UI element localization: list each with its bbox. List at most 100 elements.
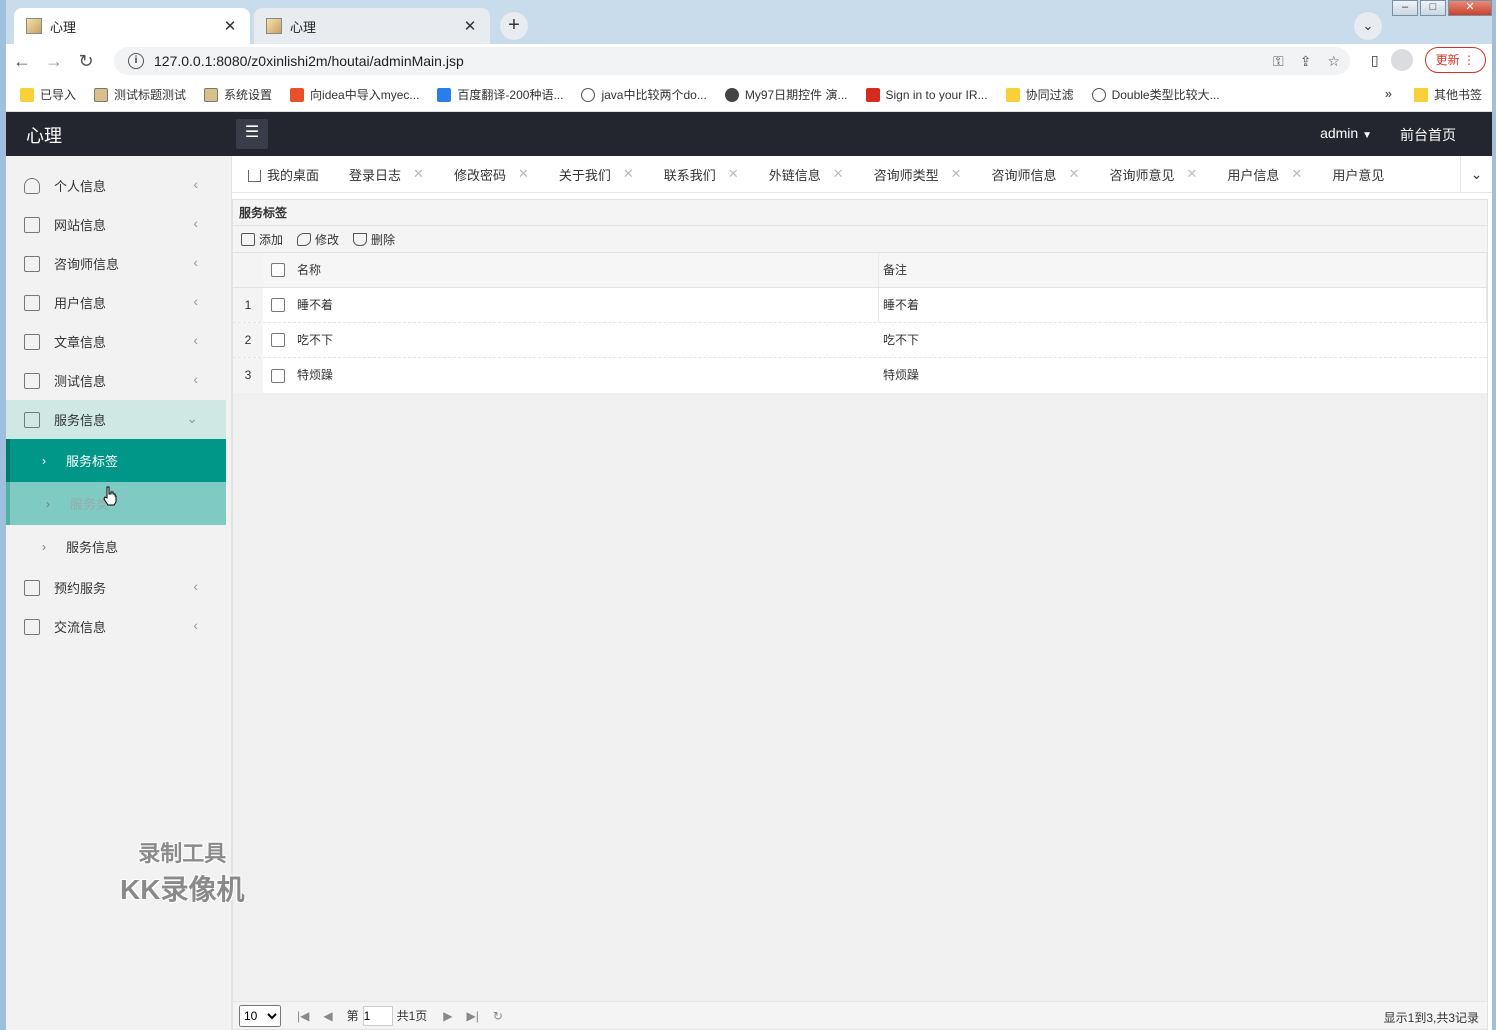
menu-toggle-icon[interactable]: ☰ [236,119,268,149]
tab-user-feedback[interactable]: 用户意见 [1316,156,1398,192]
table-row[interactable]: 3 特烦躁 特烦躁 [233,358,1487,393]
swirl-icon [1091,87,1106,102]
chevron-right-icon: › [46,496,50,511]
edit-button[interactable]: 修改 [297,231,339,248]
cell-name: 睡不着 [293,288,879,322]
close-icon[interactable]: ✕ [518,166,529,182]
chevron-left-icon: ‹ [193,332,198,348]
column-header-note[interactable]: 备注 [879,253,1487,287]
new-tab-button[interactable]: + [500,12,528,40]
tab-label: 我的桌面 [267,167,320,183]
close-icon[interactable]: ✕ [623,166,634,182]
other-bookmarks[interactable]: 其他书签 [1413,86,1482,103]
browser-tab-active[interactable]: 心理 ✕ [14,8,250,44]
maximize-icon[interactable]: □ [1420,0,1446,16]
sidebar-item-label: 预约服务 [54,581,107,596]
share-icon[interactable]: ⇪ [1300,53,1312,70]
profile-avatar[interactable] [1390,49,1413,71]
site-info-icon[interactable]: i [128,53,144,69]
close-tab-icon[interactable]: ✕ [462,17,478,35]
row-number: 3 [233,358,263,393]
username: admin [1320,125,1359,141]
refresh-icon[interactable]: ↻ [493,1009,503,1023]
bookmark-item[interactable]: 百度翻译-200种语... [437,86,563,103]
bookmark-item[interactable]: 已导入 [20,86,76,103]
address-bar[interactable]: i 127.0.0.1:8080/z0xinlishi2m/houtai/adm… [114,47,1350,75]
key-icon[interactable]: ⚿ [1273,53,1284,70]
browser-tab[interactable]: 心理 ✕ [254,8,490,44]
tab-change-password[interactable]: 修改密码 ✕ [438,156,543,192]
sidebar-item-articles[interactable]: 文章信息 ‹ [6,322,226,361]
close-icon[interactable]: ✕ [1291,166,1302,182]
user-menu[interactable]: admin ▼ [1320,125,1372,141]
close-icon[interactable]: ✕ [951,166,962,182]
bookmark-item[interactable]: Sign in to your IR... [865,87,988,102]
bookmark-item[interactable]: Double类型比较大... [1091,86,1220,103]
sidebar-item-counselor[interactable]: 咨询师信息 ‹ [6,244,226,283]
row-checkbox[interactable] [263,333,293,347]
prev-page-icon[interactable]: ◀ [323,1009,332,1023]
update-label: 更新 [1435,53,1460,67]
select-all-checkbox[interactable] [263,263,293,277]
close-icon[interactable]: ✕ [728,166,739,182]
sidebar-subitem-label: 服务信息 [66,540,119,555]
close-icon[interactable]: ✕ [413,166,424,182]
row-checkbox[interactable] [263,368,293,383]
tab-user-info[interactable]: 用户信息 ✕ [1211,156,1316,192]
last-page-icon[interactable]: ▶| [467,1009,479,1023]
add-button[interactable]: 添加 [241,231,283,248]
close-icon[interactable]: ✕ [833,166,844,182]
back-icon[interactable]: ← [6,51,38,72]
tab-label: 外链信息 [768,167,821,183]
frontend-home-link[interactable]: 前台首页 [1400,125,1456,145]
recorder-watermark: 录制工具 KK录像机 [120,836,244,908]
tab-counselor-feedback[interactable]: 咨询师意见 ✕ [1093,156,1211,192]
bookmark-item[interactable]: java中比较两个do... [581,86,707,103]
tab-counselor-info[interactable]: 咨询师信息 ✕ [976,156,1094,192]
sidebar-item-site[interactable]: 网站信息 ‹ [6,205,226,244]
bookmarks-overflow-icon[interactable]: » [1385,86,1392,101]
close-icon[interactable]: ✕ [1186,166,1197,182]
tab-desktop[interactable]: 我的桌面 [232,156,333,192]
bookmark-item[interactable]: 向idea中导入myec... [290,86,419,103]
bookmark-label: 已导入 [40,88,77,102]
sidebar-item-booking[interactable]: 预约服务 ‹ [6,568,226,607]
tab-counselor-types[interactable]: 咨询师类型 ✕ [858,156,976,192]
sidebar-subitem-service-tags[interactable]: › 服务标签 [6,439,226,482]
bookmark-item[interactable]: 系统设置 [204,86,272,103]
close-tab-icon[interactable]: ✕ [222,17,238,35]
tab-search-icon[interactable]: ⌄ [1354,12,1382,40]
column-header-name[interactable]: 名称 [293,253,879,287]
forward-icon[interactable]: → [38,51,70,72]
page-number-input[interactable] [362,1005,393,1026]
first-page-icon[interactable]: |◀ [297,1009,309,1023]
bookmark-item[interactable]: 协同过滤 [1005,86,1074,103]
minimize-icon[interactable]: – [1392,0,1418,16]
close-icon[interactable]: ✕ [1069,166,1080,182]
row-checkbox[interactable] [263,298,293,312]
sidebar-item-services[interactable]: 服务信息 ⌄ [6,400,226,439]
bookmark-item[interactable]: 测试标题测试 [94,86,186,103]
bookmark-label: 百度翻译-200种语... [457,88,564,102]
tab-external-links[interactable]: 外链信息 ✕ [753,156,858,192]
table-row[interactable]: 1 睡不着 睡不着 [233,288,1487,323]
table-row[interactable]: 2 吃不下 吃不下 [233,323,1487,358]
delete-button[interactable]: 删除 [353,231,395,248]
bookmark-item[interactable]: My97日期控件 演... [724,86,848,103]
tab-contact-us[interactable]: 联系我们 ✕ [648,156,753,192]
sidebar-item-tests[interactable]: 测试信息 ‹ [6,361,226,400]
tab-about-us[interactable]: 关于我们 ✕ [543,156,648,192]
sidebar-item-communication[interactable]: 交流信息 ‹ [6,607,226,646]
chevron-down-icon[interactable]: ⌄ [1460,156,1492,192]
sidebar-subitem-service-info[interactable]: › 服务信息 [6,525,226,568]
tab-login-log[interactable]: 登录日志 ✕ [333,156,438,192]
next-page-icon[interactable]: ▶ [443,1009,452,1023]
page-size-select[interactable]: 10 [239,1004,281,1027]
reload-icon[interactable]: ↻ [70,51,102,72]
sidebar-item-profile[interactable]: 个人信息 ‹ [6,166,226,205]
star-icon[interactable]: ☆ [1327,53,1340,70]
update-button[interactable]: 更新 ⋮ [1424,47,1486,73]
close-window-icon[interactable]: ✕ [1448,0,1492,16]
sidebar-item-users[interactable]: 用户信息 ‹ [6,283,226,322]
side-panel-icon[interactable]: ▯ [1371,52,1379,69]
